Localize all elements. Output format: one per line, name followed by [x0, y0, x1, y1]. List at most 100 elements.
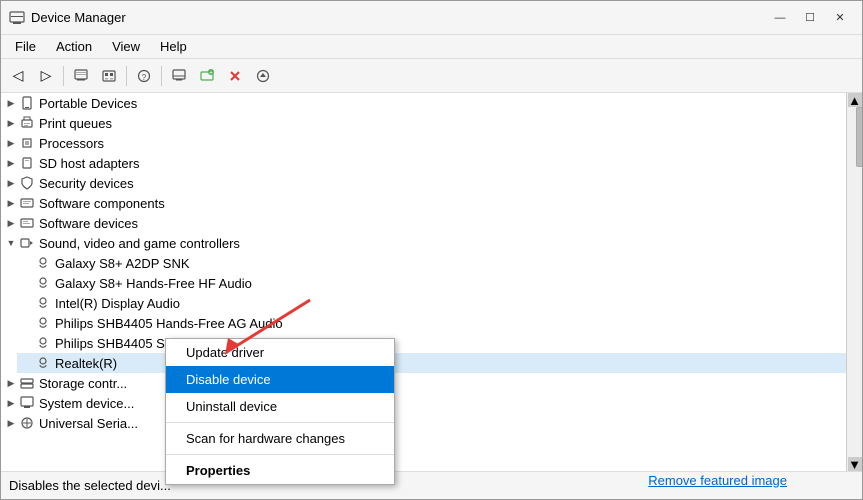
- tree-item-security-devices[interactable]: ▶ Security devices: [1, 173, 846, 193]
- device-tree[interactable]: ▶ Portable Devices ▶ Print queues ▶: [1, 93, 846, 471]
- menu-action[interactable]: Action: [46, 35, 102, 59]
- scroll-down-button[interactable]: ▼: [848, 457, 862, 471]
- tree-item-system[interactable]: ▶ System device...: [1, 393, 846, 413]
- system-label: System device...: [39, 396, 134, 411]
- philips-ag-icon: [35, 315, 51, 331]
- tree-item-print-queues[interactable]: ▶ Print queues: [1, 113, 846, 133]
- expander-system[interactable]: ▶: [3, 395, 19, 411]
- title-bar: Device Manager — ☐ ✕: [1, 1, 862, 35]
- menu-bar: File Action View Help: [1, 35, 862, 59]
- sound-video-icon: [19, 235, 35, 251]
- galaxy-a2dp-icon: [35, 255, 51, 271]
- expander-realtek: [19, 355, 35, 371]
- vertical-scrollbar[interactable]: ▲ ▼: [846, 93, 862, 471]
- expander-sound-video[interactable]: ▼: [3, 235, 19, 251]
- monitor-button[interactable]: [166, 63, 192, 89]
- menu-file[interactable]: File: [5, 35, 46, 59]
- status-text: Disables the selected devi...: [9, 478, 171, 493]
- ctx-properties[interactable]: Properties: [166, 457, 394, 484]
- minimize-button[interactable]: —: [766, 7, 794, 29]
- tree-item-sound-video[interactable]: ▼ Sound, video and game controllers: [1, 233, 846, 253]
- galaxy-hf-icon: [35, 275, 51, 291]
- forward-button[interactable]: ▷: [33, 63, 59, 89]
- software-components-icon: [19, 195, 35, 211]
- ctx-update-driver[interactable]: Update driver: [166, 339, 394, 366]
- remove-featured-image-link[interactable]: Remove featured image: [648, 473, 787, 488]
- device-manager-window: Device Manager — ☐ ✕ File Action View He…: [0, 0, 863, 500]
- menu-view[interactable]: View: [102, 35, 150, 59]
- software-devices-label: Software devices: [39, 216, 138, 231]
- toolbar-separator-1: [63, 66, 64, 86]
- app-icon: [9, 10, 25, 26]
- ctx-uninstall-device[interactable]: Uninstall device: [166, 393, 394, 420]
- scroll-thumb[interactable]: [856, 107, 863, 167]
- close-button[interactable]: ✕: [826, 7, 854, 29]
- expander-galaxy-hf: [19, 275, 35, 291]
- processors-icon: [19, 135, 35, 151]
- expander-portable-devices[interactable]: ▶: [3, 95, 19, 111]
- expander-universal-serial[interactable]: ▶: [3, 415, 19, 431]
- portable-devices-label: Portable Devices: [39, 96, 137, 111]
- expander-philips-stereo: [19, 335, 35, 351]
- intel-display-icon: [35, 295, 51, 311]
- software-components-label: Software components: [39, 196, 165, 211]
- toolbar-separator-3: [161, 66, 162, 86]
- window-title: Device Manager: [31, 10, 766, 25]
- expander-philips-ag: [19, 315, 35, 331]
- tree-item-portable-devices[interactable]: ▶ Portable Devices: [1, 93, 846, 113]
- properties-button[interactable]: [68, 63, 94, 89]
- security-devices-icon: [19, 175, 35, 191]
- tree-item-storage[interactable]: ▶ Storage contr...: [1, 373, 846, 393]
- ctx-scan-hardware[interactable]: Scan for hardware changes: [166, 425, 394, 452]
- expander-software-components[interactable]: ▶: [3, 195, 19, 211]
- toolbar-separator-2: [126, 66, 127, 86]
- print-queues-label: Print queues: [39, 116, 112, 131]
- tree-item-intel-display[interactable]: Intel(R) Display Audio: [17, 293, 846, 313]
- remove-button[interactable]: [222, 63, 248, 89]
- context-menu: Update driver Disable device Uninstall d…: [165, 338, 395, 485]
- expander-sd-host[interactable]: ▶: [3, 155, 19, 171]
- scroll-up-button[interactable]: ▲: [848, 93, 862, 107]
- security-devices-label: Security devices: [39, 176, 134, 191]
- realtek-icon: [35, 355, 51, 371]
- philips-stereo-icon: [35, 335, 51, 351]
- universal-serial-icon: [19, 415, 35, 431]
- tree-item-galaxy-a2dp[interactable]: Galaxy S8+ A2DP SNK: [17, 253, 846, 273]
- storage-label: Storage contr...: [39, 376, 127, 391]
- update-button[interactable]: [250, 63, 276, 89]
- tree-item-software-components[interactable]: ▶ Software components: [1, 193, 846, 213]
- menu-help[interactable]: Help: [150, 35, 197, 59]
- portable-devices-icon: [19, 95, 35, 111]
- universal-serial-label: Universal Seria...: [39, 416, 138, 431]
- expander-galaxy-a2dp: [19, 255, 35, 271]
- galaxy-a2dp-label: Galaxy S8+ A2DP SNK: [55, 256, 190, 271]
- svg-text:?: ?: [142, 73, 147, 82]
- toolbar: ◁ ▷ ?: [1, 59, 862, 93]
- help-button[interactable]: ?: [131, 63, 157, 89]
- expander-security-devices[interactable]: ▶: [3, 175, 19, 191]
- tree-item-software-devices[interactable]: ▶ Software devices: [1, 213, 846, 233]
- back-button[interactable]: ◁: [5, 63, 31, 89]
- tree-item-universal-serial[interactable]: ▶ Universal Seria...: [1, 413, 846, 433]
- sd-host-icon: [19, 155, 35, 171]
- tree-item-sd-host[interactable]: ▶ SD host adapters: [1, 153, 846, 173]
- add-button[interactable]: +: [194, 63, 220, 89]
- tree-item-processors[interactable]: ▶ Processors: [1, 133, 846, 153]
- software-devices-icon: [19, 215, 35, 231]
- ctx-disable-device[interactable]: Disable device: [166, 366, 394, 393]
- maximize-button[interactable]: ☐: [796, 7, 824, 29]
- tree-item-realtek[interactable]: Realtek(R): [17, 353, 846, 373]
- expander-storage[interactable]: ▶: [3, 375, 19, 391]
- print-queues-icon: [19, 115, 35, 131]
- expander-processors[interactable]: ▶: [3, 135, 19, 151]
- tree-item-philips-stereo[interactable]: Philips SHB4405 Stereo: [17, 333, 846, 353]
- expander-software-devices[interactable]: ▶: [3, 215, 19, 231]
- tree-item-galaxy-hf[interactable]: Galaxy S8+ Hands-Free HF Audio: [17, 273, 846, 293]
- ctx-separator-2: [166, 454, 394, 455]
- realtek-label: Realtek(R): [55, 356, 117, 371]
- expander-print-queues[interactable]: ▶: [3, 115, 19, 131]
- sound-video-label: Sound, video and game controllers: [39, 236, 240, 251]
- details-button[interactable]: [96, 63, 122, 89]
- tree-item-philips-ag[interactable]: Philips SHB4405 Hands-Free AG Audio: [17, 313, 846, 333]
- expander-intel-display: [19, 295, 35, 311]
